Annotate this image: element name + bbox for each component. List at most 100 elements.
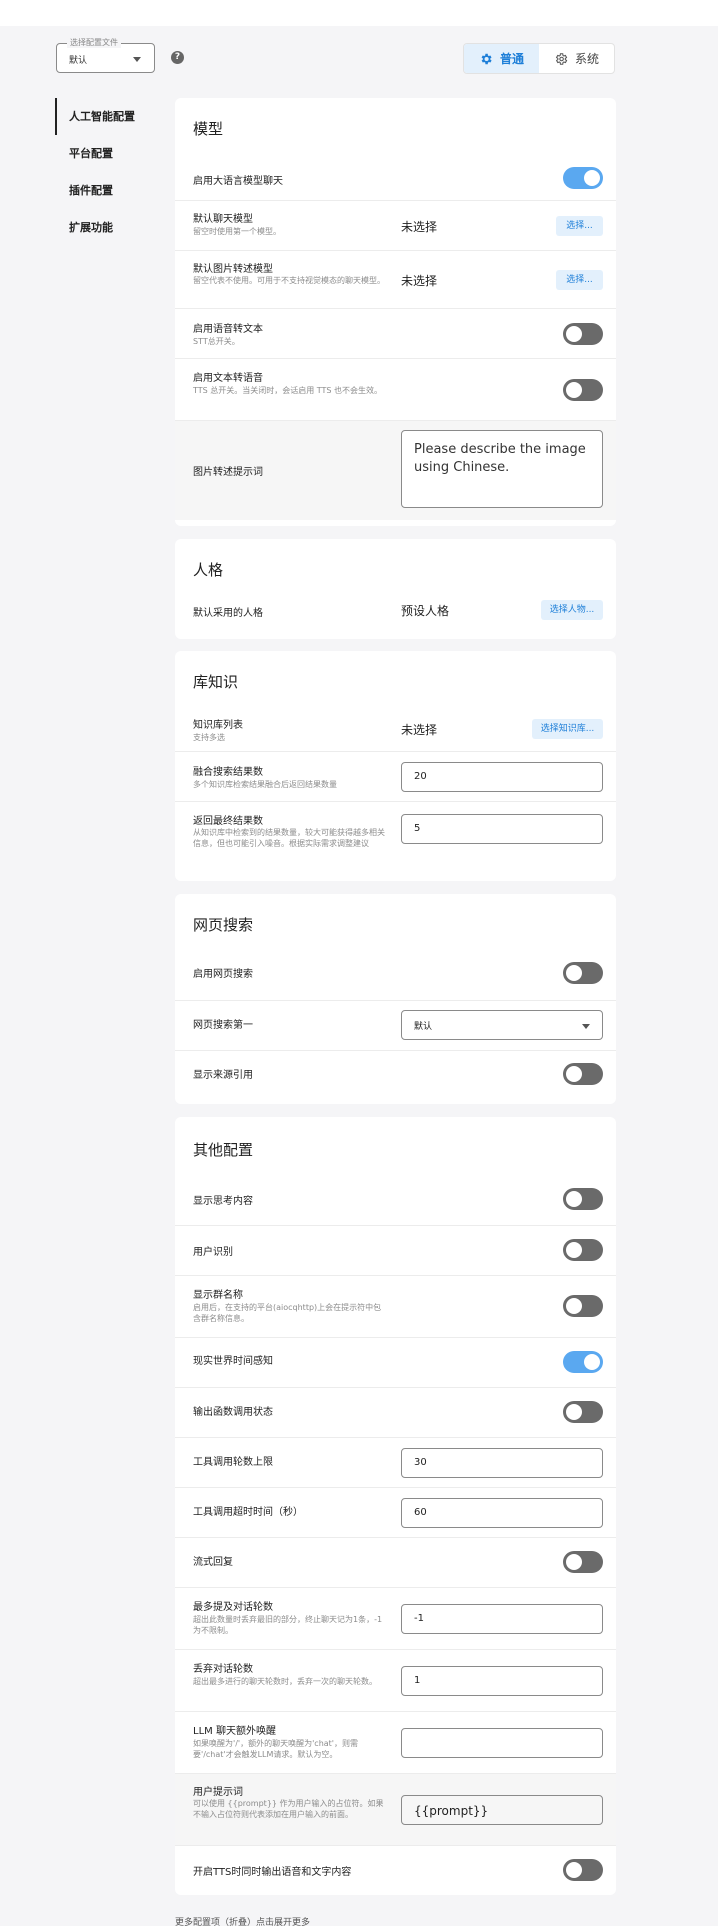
final-count-row: 返回最终结果数 从知识库中检索到的结果数量，较大可能获得越多相关信息，但也可能引…: [175, 801, 616, 881]
streaming-row: 流式回复: [175, 1537, 616, 1587]
enable-stt-label: 启用语音转文本: [193, 324, 263, 335]
show-thinking-switch[interactable]: [563, 1188, 603, 1210]
default-image-model-row: 默认图片转述模型 留空代表不使用。可用于不支持视觉模态的聊天模型。 未选择 选择…: [175, 250, 616, 308]
mode-normal-button[interactable]: 普通: [464, 44, 539, 73]
enable-websearch-row: 启用网页搜索: [175, 950, 616, 1000]
tts-dual-row: 开启TTS时同时输出语音和文字内容: [175, 1845, 616, 1895]
tool-timeout-label: 工具调用超时时间（秒）: [193, 1507, 303, 1518]
tts-dual-label: 开启TTS时同时输出语音和文字内容: [193, 1867, 352, 1878]
websearch-provider-select[interactable]: 默认: [401, 1010, 603, 1040]
time-awareness-switch[interactable]: [563, 1351, 603, 1373]
knowledge-card: 库知识 知识库列表 支持多选 未选择 选择知识库... 融合搜索结果数 多个知识…: [175, 651, 616, 881]
fusion-count-row: 融合搜索结果数 多个知识库检索结果融合后返回结果数量 20: [175, 751, 616, 801]
max-context-desc: 超出此数量时丢弃最旧的部分，终止聊天记为1条，-1为不限制。: [193, 1615, 383, 1635]
default-image-model-label: 默认图片转述模型: [193, 264, 273, 275]
side-nav: 人工智能配置 平台配置 插件配置 扩展功能: [55, 98, 155, 246]
tool-max-rounds-row: 工具调用轮数上限 30: [175, 1437, 616, 1487]
user-identify-switch[interactable]: [563, 1239, 603, 1261]
enable-tts-switch[interactable]: [563, 379, 603, 401]
final-count-input[interactable]: 5: [401, 814, 603, 844]
enable-websearch-switch[interactable]: [563, 962, 603, 984]
default-image-model-value: 未选择: [401, 274, 438, 288]
tool-timeout-row: 工具调用超时时间（秒） 60: [175, 1487, 616, 1537]
extra-wake-desc: 如果唤醒为'/'，额外的聊天唤醒为'chat'，则需要'/chat'才会触发LL…: [193, 1739, 358, 1759]
show-source-label: 显示来源引用: [193, 1070, 253, 1081]
default-chat-model-desc: 留空时使用第一个模型。: [193, 227, 281, 236]
image-prompt-textarea[interactable]: Please describe the image using Chinese.: [401, 430, 603, 508]
show-group-name-row: 显示群名称 启用后，在支持的平台(aiocqhttp)上会在提示符中包含群名称信…: [175, 1275, 616, 1337]
other-config-card: 其他配置 显示思考内容 用户识别 显示群名称 启用后，在支持的平台(aiocqh…: [175, 1117, 616, 1895]
output-tool-status-label: 输出函数调用状态: [193, 1407, 273, 1418]
persona-card-title: 人格: [193, 561, 224, 579]
nav-item-extensions[interactable]: 扩展功能: [55, 209, 155, 246]
fusion-count-label: 融合搜索结果数: [193, 767, 263, 778]
default-chat-model-label: 默认聊天模型: [193, 214, 253, 225]
websearch-provider-value: 默认: [414, 1022, 433, 1032]
user-identify-label: 用户识别: [193, 1247, 233, 1258]
enable-tts-row: 启用文本转语音 TTS 总开关。当关闭时，会话启用 TTS 也不会生效。: [175, 358, 616, 420]
discard-rounds-label: 丢弃对话轮数: [193, 1664, 253, 1675]
streaming-switch[interactable]: [563, 1551, 603, 1573]
mode-system-button[interactable]: 系统: [539, 44, 614, 73]
mode-toggle: 普通 系统: [463, 43, 615, 74]
profile-select[interactable]: 选择配置文件 默认: [56, 37, 155, 73]
other-config-card-title: 其他配置: [193, 1141, 254, 1159]
show-group-name-label: 显示群名称: [193, 1290, 243, 1301]
select-persona-button[interactable]: 选择人物...: [541, 600, 603, 620]
show-source-switch[interactable]: [563, 1063, 603, 1085]
user-prompt-label: 用户提示词: [193, 1787, 243, 1798]
enable-stt-desc: STT总开关。: [193, 337, 240, 346]
discard-rounds-desc: 超出最多进行的聊天轮数时，丢弃一次的聊天轮数。: [193, 1677, 377, 1686]
enable-llm-label: 启用大语言模型聊天: [193, 176, 283, 187]
chevron-down-icon: [133, 57, 141, 62]
default-chat-model-value: 未选择: [401, 220, 438, 234]
select-chat-model-button[interactable]: 选择...: [556, 216, 603, 236]
user-prompt-input[interactable]: {{prompt}}: [401, 1795, 603, 1825]
image-prompt-row: 图片转述提示词 Please describe the image using …: [175, 420, 616, 520]
time-awareness-row: 现实世界时间感知: [175, 1337, 616, 1387]
final-count-desc: 从知识库中检索到的结果数量，较大可能获得越多相关信息，但也可能引入噪音。根据实际…: [193, 828, 385, 848]
enable-llm-switch[interactable]: [563, 167, 603, 189]
tts-dual-switch[interactable]: [563, 1859, 603, 1881]
select-image-model-button[interactable]: 选择...: [556, 270, 603, 290]
nav-item-plugin-config[interactable]: 插件配置: [55, 172, 155, 209]
mode-normal-label: 普通: [499, 52, 524, 66]
show-thinking-label: 显示思考内容: [193, 1196, 253, 1207]
extra-wake-row: LLM 聊天额外唤醒 如果唤醒为'/'，额外的聊天唤醒为'chat'，则需要'/…: [175, 1711, 616, 1773]
fusion-count-desc: 多个知识库检索结果融合后返回结果数量: [193, 780, 337, 789]
enable-tts-desc: TTS 总开关。当关闭时，会话启用 TTS 也不会生效。: [193, 386, 383, 395]
kb-list-row: 知识库列表 支持多选 未选择 选择知识库...: [175, 707, 616, 751]
knowledge-card-title: 库知识: [193, 673, 239, 691]
nav-item-ai-config[interactable]: 人工智能配置: [55, 98, 155, 135]
max-context-input[interactable]: -1: [401, 1604, 603, 1634]
select-kb-button[interactable]: 选择知识库...: [532, 719, 603, 739]
websearch-card: 网页搜索 启用网页搜索 网页搜索第一 默认 显示来源引用: [175, 894, 616, 1104]
streaming-label: 流式回复: [193, 1557, 233, 1568]
footer-note[interactable]: 更多配置项（折叠）点击展开更多: [175, 1915, 310, 1926]
profile-select-legend: 选择配置文件: [67, 37, 121, 48]
default-persona-label: 默认采用的人格: [193, 608, 263, 619]
enable-websearch-label: 启用网页搜索: [193, 969, 253, 980]
enable-stt-row: 启用语音转文本 STT总开关。: [175, 308, 616, 358]
fusion-count-input[interactable]: 20: [401, 762, 603, 792]
default-persona-row: 默认采用的人格 预设人格 选择人物...: [175, 595, 616, 639]
model-card: 模型 启用大语言模型聊天 默认聊天模型 留空时使用第一个模型。 未选择 选择..…: [175, 98, 616, 526]
mode-system-label: 系统: [574, 52, 599, 66]
max-context-label: 最多提及对话轮数: [193, 1602, 273, 1613]
tool-max-rounds-input[interactable]: 30: [401, 1448, 603, 1478]
show-source-row: 显示来源引用: [175, 1050, 616, 1100]
show-group-name-switch[interactable]: [563, 1295, 603, 1317]
tool-timeout-input[interactable]: 60: [401, 1498, 603, 1528]
max-context-row: 最多提及对话轮数 超出此数量时丢弃最旧的部分，终止聊天记为1条，-1为不限制。 …: [175, 1587, 616, 1649]
discard-rounds-input[interactable]: 1: [401, 1666, 603, 1696]
help-icon[interactable]: ?: [171, 51, 184, 64]
nav-item-platform-config[interactable]: 平台配置: [55, 135, 155, 172]
enable-stt-switch[interactable]: [563, 323, 603, 345]
websearch-card-title: 网页搜索: [193, 916, 254, 934]
final-count-label: 返回最终结果数: [193, 816, 263, 827]
default-image-model-desc: 留空代表不使用。可用于不支持视觉模态的聊天模型。: [193, 276, 385, 285]
extra-wake-input[interactable]: [401, 1728, 603, 1758]
output-tool-status-row: 输出函数调用状态: [175, 1387, 616, 1437]
show-group-name-desc: 启用后，在支持的平台(aiocqhttp)上会在提示符中包含群名称信息。: [193, 1303, 382, 1323]
output-tool-status-switch[interactable]: [563, 1401, 603, 1423]
